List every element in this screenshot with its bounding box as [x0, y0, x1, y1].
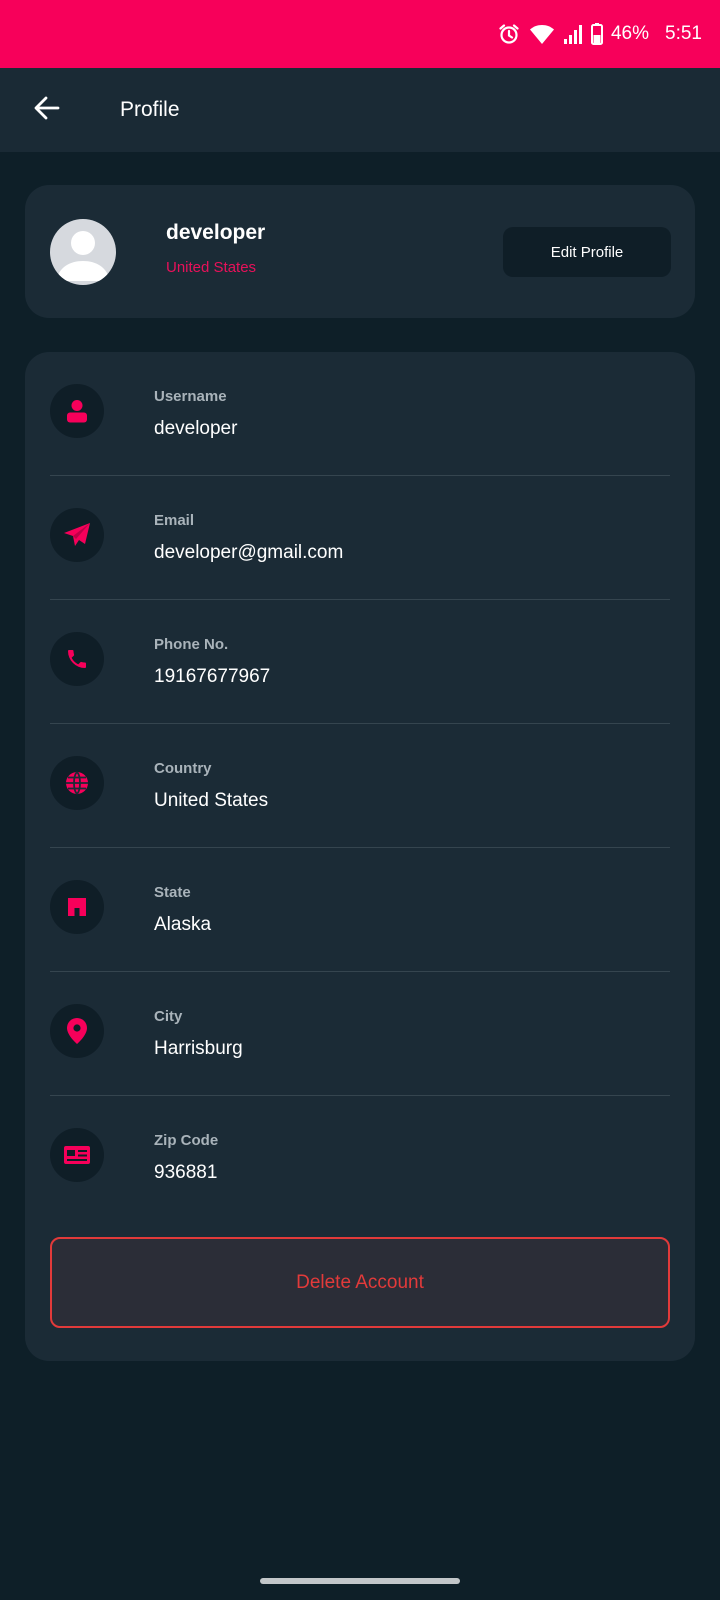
detail-label: Phone No.: [154, 636, 229, 653]
detail-value: developer@gmail.com: [154, 542, 344, 563]
detail-label: Zip Code: [154, 1132, 219, 1149]
alarm-icon: [497, 22, 521, 46]
detail-row-city: City Harrisburg: [50, 972, 670, 1096]
detail-value: developer: [154, 418, 238, 439]
app-bar: Profile: [0, 68, 720, 152]
detail-row-phone: Phone No. 19167677967: [50, 600, 670, 724]
detail-row-username: Username developer: [50, 352, 670, 476]
detail-label: Email: [154, 512, 195, 529]
detail-row-country: Country United States: [50, 724, 670, 848]
detail-label: State: [154, 884, 191, 901]
globe-icon: [50, 756, 104, 810]
profile-name: developer: [166, 221, 266, 244]
building-icon: [50, 880, 104, 934]
profile-details-card: Username developer Email developer@gmail…: [25, 352, 695, 1361]
delete-account-button[interactable]: Delete Account: [50, 1237, 670, 1328]
id-card-icon: [50, 1128, 104, 1182]
detail-label: Username: [154, 388, 227, 405]
map-pin-icon: [50, 1004, 104, 1058]
clock-time: 5:51: [665, 23, 702, 44]
arrow-left-icon: [34, 95, 60, 126]
signal-icon: [563, 24, 583, 44]
edit-profile-button[interactable]: Edit Profile: [503, 227, 671, 277]
detail-label: Country: [154, 760, 212, 777]
battery-percent: 46%: [610, 23, 650, 44]
wifi-icon: [529, 23, 555, 45]
detail-value: 19167677967: [154, 666, 271, 687]
detail-label: City: [154, 1008, 183, 1025]
status-bar: 46% 5:51: [0, 0, 720, 68]
home-indicator[interactable]: [260, 1578, 460, 1584]
battery-icon: [590, 23, 603, 45]
paper-plane-icon: [50, 508, 104, 562]
detail-value: United States: [154, 790, 269, 811]
profile-card: developer United States Edit Profile: [25, 185, 695, 318]
detail-row-email: Email developer@gmail.com: [50, 476, 670, 600]
phone-icon: [50, 632, 104, 686]
detail-row-zip-code: Zip Code 936881: [50, 1096, 670, 1220]
detail-value: Alaska: [154, 914, 212, 935]
detail-value: 936881: [154, 1162, 218, 1183]
back-button[interactable]: [23, 86, 71, 134]
avatar: [50, 219, 116, 285]
page-title: Profile: [120, 98, 180, 121]
detail-value: Harrisburg: [154, 1038, 243, 1059]
profile-country: United States: [166, 259, 257, 276]
user-icon: [50, 384, 104, 438]
detail-row-state: State Alaska: [50, 848, 670, 972]
